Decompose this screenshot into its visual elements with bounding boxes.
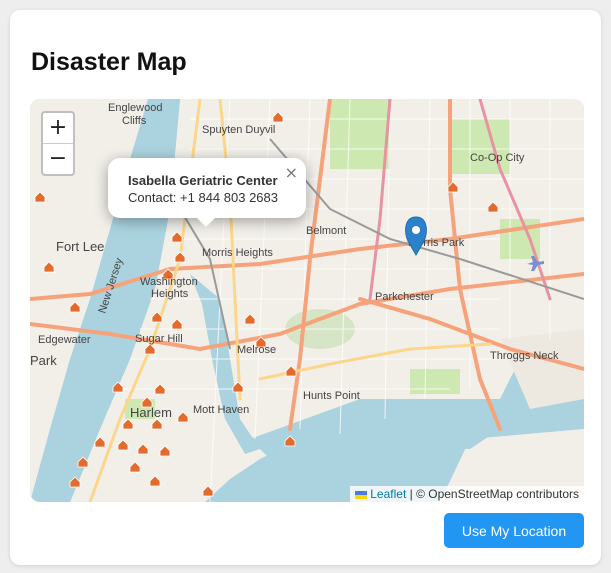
- label-harlem: Harlem: [130, 405, 172, 420]
- facility-popup: × Isabella Geriatric Center Contact: +1 …: [108, 158, 306, 227]
- label-fort-lee: Fort Lee: [56, 239, 104, 254]
- zoom-in-button[interactable]: +: [43, 113, 73, 143]
- label-morris-heights: Morris Heights: [202, 247, 273, 259]
- label-co-op-city: Co-Op City: [470, 152, 525, 164]
- use-my-location-button[interactable]: Use My Location: [444, 513, 584, 548]
- label-washington: Washington: [140, 276, 198, 288]
- label-melrose: Melrose: [237, 344, 276, 356]
- label-hunts-point: Hunts Point: [303, 390, 360, 402]
- label-park: Park: [30, 353, 57, 368]
- label-spuyten-duyvil: Spuyten Duyvil: [202, 124, 275, 136]
- popup-facility-name: Isabella Geriatric Center: [128, 173, 278, 188]
- map-attribution: Leaflet | © OpenStreetMap contributors: [350, 486, 584, 502]
- label-mott-haven: Mott Haven: [193, 404, 249, 416]
- label-englewood-2: Cliffs: [122, 115, 147, 127]
- osm-attribution: OpenStreetMap contributors: [428, 487, 579, 501]
- popup-close-button[interactable]: ×: [285, 163, 298, 182]
- label-belmont: Belmont: [306, 225, 346, 237]
- park-van-cortlandt: [330, 99, 390, 169]
- disaster-map-card: Disaster Map Englewood Cliffs Spuyten Du…: [10, 10, 601, 565]
- attribution-separator: | ©: [406, 487, 429, 501]
- ukraine-flag-icon: [355, 490, 368, 499]
- zoom-control: + −: [41, 111, 75, 176]
- label-heights: Heights: [151, 288, 189, 300]
- label-englewood-1: Englewood: [108, 102, 162, 114]
- popup-contact: Contact: +1 844 803 2683: [128, 190, 278, 205]
- zoom-out-button[interactable]: −: [43, 143, 73, 174]
- label-edgewater: Edgewater: [38, 334, 91, 346]
- label-throggs-neck: Throggs Neck: [490, 350, 559, 362]
- page-title: Disaster Map: [31, 48, 187, 76]
- park-soundview: [410, 369, 460, 394]
- leaflet-link[interactable]: Leaflet: [370, 487, 406, 501]
- park-pelham: [450, 119, 510, 174]
- label-sugar-hill: Sugar Hill: [135, 333, 183, 345]
- label-parkchester: Parkchester: [375, 291, 434, 303]
- map-view[interactable]: Englewood Cliffs Spuyten Duyvil Co-Op Ci…: [30, 99, 584, 502]
